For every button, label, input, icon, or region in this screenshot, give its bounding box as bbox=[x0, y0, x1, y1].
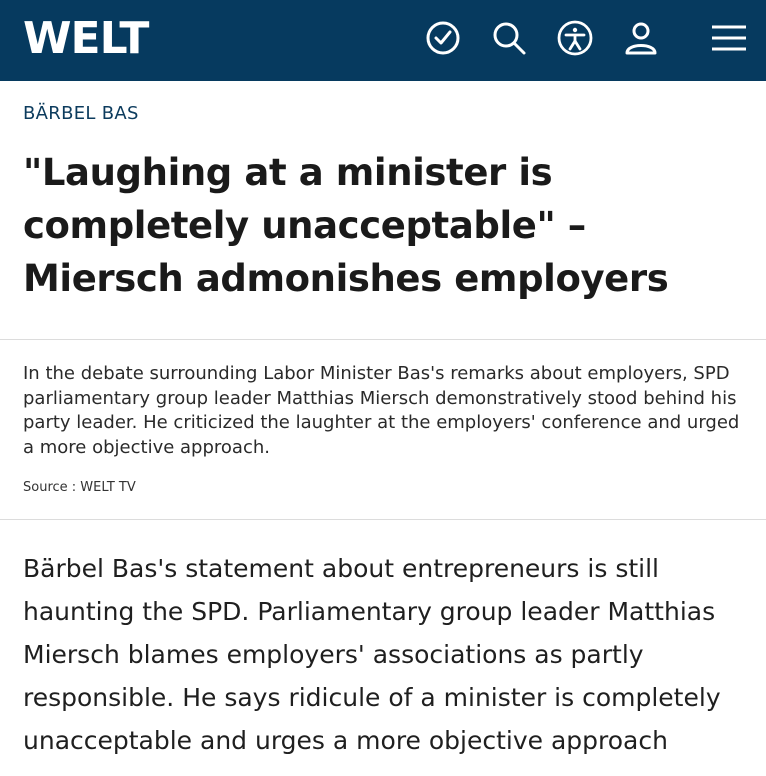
article-kicker[interactable]: BÄRBEL BAS bbox=[23, 103, 139, 124]
article-headline: "Laughing at a minister is completely un… bbox=[23, 151, 669, 300]
menu-icon[interactable] bbox=[710, 19, 748, 57]
article-body: Bärbel Bas's statement about entrepreneu… bbox=[23, 554, 721, 755]
user-icon[interactable] bbox=[622, 19, 660, 57]
video-caption: In the debate surrounding Labor Minister… bbox=[23, 363, 740, 458]
video-source: Source : WELT TV bbox=[23, 480, 136, 495]
divider bbox=[0, 339, 766, 340]
clock-icon[interactable] bbox=[424, 19, 462, 57]
top-navigation-bar: WELT bbox=[0, 0, 766, 81]
welt-logo[interactable]: WELT bbox=[23, 14, 149, 64]
accessibility-icon[interactable] bbox=[556, 19, 594, 57]
divider bbox=[0, 519, 766, 520]
search-icon[interactable] bbox=[490, 19, 528, 57]
